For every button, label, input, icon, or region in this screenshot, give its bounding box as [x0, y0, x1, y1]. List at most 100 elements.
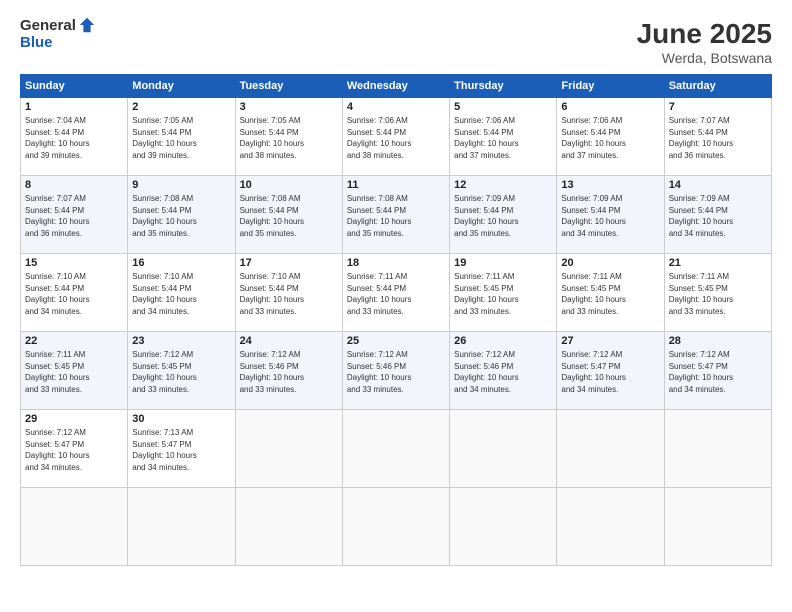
calendar-row-6	[21, 488, 772, 566]
calendar-cell	[450, 410, 557, 488]
day-info: Sunrise: 7:04 AMSunset: 5:44 PMDaylight:…	[25, 115, 123, 161]
day-info: Sunrise: 7:11 AMSunset: 5:45 PMDaylight:…	[454, 271, 552, 317]
day-info: Sunrise: 7:06 AMSunset: 5:44 PMDaylight:…	[561, 115, 659, 161]
calendar-cell	[235, 488, 342, 566]
day-number: 11	[347, 179, 445, 191]
calendar-cell: 1Sunrise: 7:04 AMSunset: 5:44 PMDaylight…	[21, 98, 128, 176]
day-number: 5	[454, 101, 552, 113]
day-number: 28	[669, 335, 767, 347]
calendar-cell	[128, 488, 235, 566]
day-number: 10	[240, 179, 338, 191]
calendar-cell	[664, 410, 771, 488]
calendar-cell: 30 Sunrise: 7:13 AMSunset: 5:47 PMDayligh…	[128, 410, 235, 488]
calendar-cell: 8 Sunrise: 7:07 AMSunset: 5:44 PMDaylight…	[21, 176, 128, 254]
calendar-cell: 22Sunrise: 7:11 AMSunset: 5:45 PMDayligh…	[21, 332, 128, 410]
calendar-cell	[557, 410, 664, 488]
calendar-row-1: 1Sunrise: 7:04 AMSunset: 5:44 PMDaylight…	[21, 98, 772, 176]
day-info: Sunrise: 7:12 AMSunset: 5:47 PMDaylight:…	[561, 349, 659, 395]
page: General Blue June 2025 Werda, Botswana S…	[0, 0, 792, 612]
day-info: Sunrise: 7:12 AMSunset: 5:46 PMDaylight:…	[454, 349, 552, 395]
day-info: Sunrise: 7:11 AMSunset: 5:45 PMDaylight:…	[561, 271, 659, 317]
logo-icon	[78, 16, 96, 34]
calendar-cell: 5 Sunrise: 7:06 AMSunset: 5:44 PMDaylight…	[450, 98, 557, 176]
day-info: Sunrise: 7:07 AMSunset: 5:44 PMDaylight:…	[669, 115, 767, 161]
day-number: 8	[25, 179, 123, 191]
day-number: 20	[561, 257, 659, 269]
day-info: Sunrise: 7:12 AMSunset: 5:45 PMDaylight:…	[132, 349, 230, 395]
logo-blue: Blue	[20, 35, 96, 52]
day-number: 7	[669, 101, 767, 113]
day-number: 18	[347, 257, 445, 269]
calendar-cell: 15 Sunrise: 7:10 AMSunset: 5:44 PMDayligh…	[21, 254, 128, 332]
calendar-cell	[557, 488, 664, 566]
day-info: Sunrise: 7:07 AMSunset: 5:44 PMDaylight:…	[25, 193, 123, 239]
day-number: 24	[240, 335, 338, 347]
day-info: Sunrise: 7:09 AMSunset: 5:44 PMDaylight:…	[454, 193, 552, 239]
day-number: 26	[454, 335, 552, 347]
day-number: 6	[561, 101, 659, 113]
day-number: 2	[132, 101, 230, 113]
day-number: 15	[25, 257, 123, 269]
day-number: 21	[669, 257, 767, 269]
day-info: Sunrise: 7:12 AMSunset: 5:47 PMDaylight:…	[669, 349, 767, 395]
day-info: Sunrise: 7:13 AMSunset: 5:47 PMDaylight:…	[132, 427, 230, 473]
day-info: Sunrise: 7:10 AMSunset: 5:44 PMDaylight:…	[240, 271, 338, 317]
subtitle: Werda, Botswana	[637, 50, 772, 66]
day-number: 27	[561, 335, 659, 347]
calendar-body: 1Sunrise: 7:04 AMSunset: 5:44 PMDaylight…	[21, 98, 772, 566]
header-monday: Monday	[128, 75, 235, 98]
calendar-cell: 21 Sunrise: 7:11 AMSunset: 5:45 PMDayligh…	[664, 254, 771, 332]
weekday-header-row: Sunday Monday Tuesday Wednesday Thursday…	[21, 75, 772, 98]
calendar-cell	[450, 488, 557, 566]
calendar-cell: 28 Sunrise: 7:12 AMSunset: 5:47 PMDayligh…	[664, 332, 771, 410]
day-info: Sunrise: 7:06 AMSunset: 5:44 PMDaylight:…	[454, 115, 552, 161]
calendar-cell	[21, 488, 128, 566]
calendar-cell: 18Sunrise: 7:11 AMSunset: 5:44 PMDayligh…	[342, 254, 449, 332]
calendar-cell: 14Sunrise: 7:09 AMSunset: 5:44 PMDayligh…	[664, 176, 771, 254]
day-info: Sunrise: 7:05 AMSunset: 5:44 PMDaylight:…	[132, 115, 230, 161]
header-sunday: Sunday	[21, 75, 128, 98]
main-title: June 2025	[637, 18, 772, 50]
calendar-cell: 12 Sunrise: 7:09 AMSunset: 5:44 PMDayligh…	[450, 176, 557, 254]
logo-text: General Blue	[20, 18, 96, 51]
day-number: 23	[132, 335, 230, 347]
day-number: 17	[240, 257, 338, 269]
day-info: Sunrise: 7:05 AMSunset: 5:44 PMDaylight:…	[240, 115, 338, 161]
calendar-cell: 26 Sunrise: 7:12 AMSunset: 5:46 PMDayligh…	[450, 332, 557, 410]
day-number: 22	[25, 335, 123, 347]
day-number: 30	[132, 413, 230, 425]
calendar-row-5: 29Sunrise: 7:12 AMSunset: 5:47 PMDayligh…	[21, 410, 772, 488]
calendar-row-3: 15 Sunrise: 7:10 AMSunset: 5:44 PMDayligh…	[21, 254, 772, 332]
calendar-cell: 3Sunrise: 7:05 AMSunset: 5:44 PMDaylight…	[235, 98, 342, 176]
day-info: Sunrise: 7:10 AMSunset: 5:44 PMDaylight:…	[132, 271, 230, 317]
day-info: Sunrise: 7:08 AMSunset: 5:44 PMDaylight:…	[347, 193, 445, 239]
day-info: Sunrise: 7:12 AMSunset: 5:46 PMDaylight:…	[347, 349, 445, 395]
day-info: Sunrise: 7:06 AMSunset: 5:44 PMDaylight:…	[347, 115, 445, 161]
day-number: 25	[347, 335, 445, 347]
day-info: Sunrise: 7:08 AMSunset: 5:44 PMDaylight:…	[132, 193, 230, 239]
calendar-cell: 11 Sunrise: 7:08 AMSunset: 5:44 PMDayligh…	[342, 176, 449, 254]
day-number: 12	[454, 179, 552, 191]
day-info: Sunrise: 7:11 AMSunset: 5:45 PMDaylight:…	[669, 271, 767, 317]
day-info: Sunrise: 7:09 AMSunset: 5:44 PMDaylight:…	[561, 193, 659, 239]
calendar-cell: 2 Sunrise: 7:05 AMSunset: 5:44 PMDaylight…	[128, 98, 235, 176]
calendar-cell: 7 Sunrise: 7:07 AMSunset: 5:44 PMDaylight…	[664, 98, 771, 176]
day-number: 29	[25, 413, 123, 425]
day-number: 4	[347, 101, 445, 113]
header-saturday: Saturday	[664, 75, 771, 98]
calendar-cell: 23 Sunrise: 7:12 AMSunset: 5:45 PMDayligh…	[128, 332, 235, 410]
calendar-cell: 24Sunrise: 7:12 AMSunset: 5:46 PMDayligh…	[235, 332, 342, 410]
calendar-row-2: 8 Sunrise: 7:07 AMSunset: 5:44 PMDaylight…	[21, 176, 772, 254]
calendar-cell: 20 Sunrise: 7:11 AMSunset: 5:45 PMDayligh…	[557, 254, 664, 332]
day-info: Sunrise: 7:10 AMSunset: 5:44 PMDaylight:…	[25, 271, 123, 317]
logo: General Blue	[20, 18, 96, 51]
header-wednesday: Wednesday	[342, 75, 449, 98]
calendar-cell	[664, 488, 771, 566]
calendar-cell: 10Sunrise: 7:08 AMSunset: 5:44 PMDayligh…	[235, 176, 342, 254]
title-block: June 2025 Werda, Botswana	[637, 18, 772, 66]
calendar-cell: 25 Sunrise: 7:12 AMSunset: 5:46 PMDayligh…	[342, 332, 449, 410]
day-number: 16	[132, 257, 230, 269]
calendar-cell: 6 Sunrise: 7:06 AMSunset: 5:44 PMDaylight…	[557, 98, 664, 176]
day-number: 13	[561, 179, 659, 191]
calendar-cell: 16 Sunrise: 7:10 AMSunset: 5:44 PMDayligh…	[128, 254, 235, 332]
